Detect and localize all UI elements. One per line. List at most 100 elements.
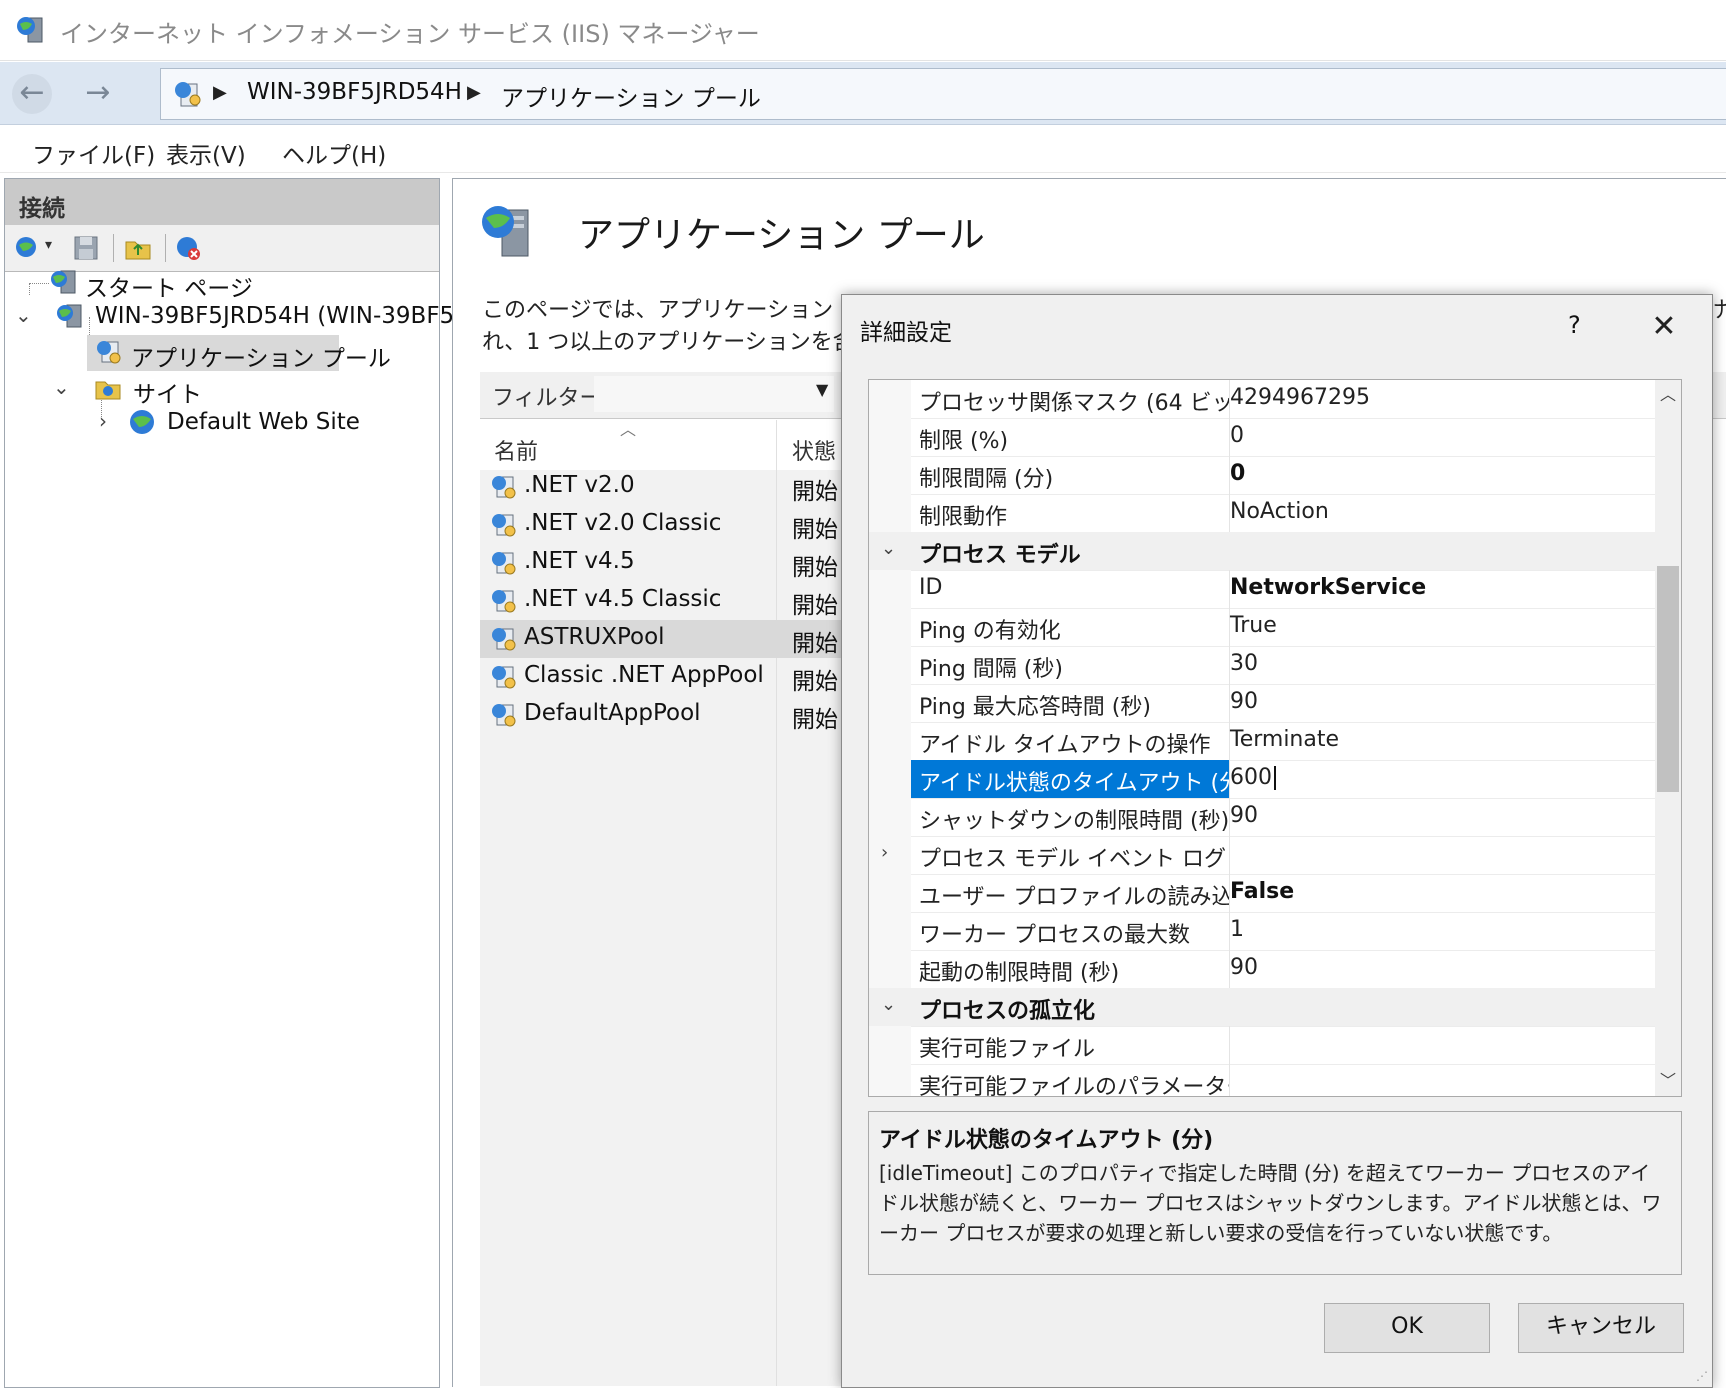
up-folder-icon[interactable] <box>123 233 153 263</box>
chevron-down-icon[interactable]: ⌄ <box>53 375 70 399</box>
property-row[interactable]: シャットダウンの制限時間 (秒) 90 <box>869 798 1655 837</box>
property-name: 制限動作 <box>919 505 1008 530</box>
property-value[interactable]: 4294967295 <box>1230 385 1370 410</box>
sort-ascending-icon: ︿ <box>620 420 637 439</box>
app-pool-icon <box>492 666 516 689</box>
menu-view[interactable]: 表示(V) <box>166 136 246 170</box>
property-name: アイドル状態のタイムアウト (分) <box>919 771 1230 796</box>
address-bar[interactable]: ▶ WIN-39BF5JRD54H ▶ アプリケーション プール <box>160 68 1726 120</box>
property-value[interactable]: Terminate <box>1230 727 1339 752</box>
list-item[interactable]: .NET v2.0 Classic 開始 <box>480 506 842 544</box>
app-pool-icon <box>492 590 516 613</box>
property-name: 実行可能ファイル <box>919 1037 1096 1062</box>
chevron-down-icon[interactable]: ▾ <box>45 237 52 253</box>
chevron-right-icon[interactable]: › <box>881 842 888 863</box>
property-row[interactable]: 制限間隔 (分) 0 <box>869 456 1655 495</box>
tree-item-sites[interactable]: ⌄ サイト <box>53 371 433 408</box>
ok-button[interactable]: OK <box>1324 1303 1490 1353</box>
property-value[interactable]: 0 <box>1230 423 1244 448</box>
navigation-bar: ← → ▶ WIN-39BF5JRD54H ▶ アプリケーション プール <box>0 62 1726 125</box>
property-value[interactable]: 1 <box>1230 917 1244 942</box>
property-value[interactable]: 600 <box>1230 765 1272 790</box>
property-value[interactable]: 90 <box>1230 689 1258 714</box>
tree-item-app-pools[interactable]: アプリケーション プール <box>87 335 391 372</box>
filter-dropdown-icon[interactable]: ▼ <box>816 380 828 399</box>
chevron-down-icon[interactable]: ⌄ <box>881 994 896 1015</box>
property-row[interactable]: Ping の有効化 True <box>869 608 1655 647</box>
property-name: Ping の有効化 <box>919 619 1061 644</box>
pool-state: 開始 <box>792 479 838 505</box>
disconnect-icon[interactable] <box>173 233 203 263</box>
property-value[interactable]: 30 <box>1230 651 1258 676</box>
chevron-right-icon[interactable]: › <box>99 409 107 433</box>
property-row[interactable]: アイドル タイムアウトの操作 Terminate <box>869 722 1655 761</box>
property-row[interactable]: 起動の制限時間 (秒) 90 <box>869 950 1655 989</box>
property-name: Ping 間隔 (秒) <box>919 657 1063 682</box>
page-title: アプリケーション プール <box>578 215 985 256</box>
list-item[interactable]: .NET v4.5 Classic 開始 <box>480 582 842 620</box>
cancel-button[interactable]: キャンセル <box>1518 1303 1684 1353</box>
list-item[interactable]: .NET v4.5 開始 <box>480 544 842 582</box>
tree-item-start-page[interactable]: スタート ページ <box>45 265 425 302</box>
menu-file[interactable]: ファイル(F) <box>32 136 155 170</box>
resize-grip-icon[interactable]: ⋰ <box>1696 1369 1708 1383</box>
back-button[interactable]: ← <box>12 74 52 114</box>
property-row[interactable]: 実行可能ファイルのパラメーター <box>869 1064 1655 1096</box>
close-button[interactable]: ✕ <box>1642 305 1686 349</box>
app-pool-icon <box>175 82 201 107</box>
breadcrumb-server[interactable]: WIN-39BF5JRD54H <box>247 79 462 105</box>
property-value[interactable]: NetworkService <box>1230 575 1426 600</box>
list-item[interactable]: .NET v2.0 開始 <box>480 468 842 506</box>
save-icon[interactable] <box>71 233 101 263</box>
column-header-name[interactable]: 名前 <box>494 434 538 466</box>
property-value[interactable]: 90 <box>1230 955 1258 980</box>
property-row[interactable]: › プロセス モデル イベント ログ エントリの <box>869 836 1655 875</box>
tree-item-default-web-site[interactable]: › Default Web Site <box>93 405 433 441</box>
app-pool-icon <box>482 206 529 257</box>
pool-state: 開始 <box>792 517 838 543</box>
breadcrumb-arrow-icon[interactable]: ▶ <box>213 82 227 103</box>
property-row[interactable]: ID NetworkService <box>869 570 1655 609</box>
chevron-down-icon[interactable]: ⌄ <box>881 538 896 559</box>
property-value-editor[interactable]: 600 <box>1230 765 1276 790</box>
category-row[interactable]: ⌄ プロセスの孤立化 <box>869 988 1655 1027</box>
property-row[interactable]: Ping 間隔 (秒) 30 <box>869 646 1655 685</box>
category-row[interactable]: ⌄ プロセス モデル <box>869 532 1655 571</box>
property-value[interactable]: False <box>1230 879 1294 904</box>
tree-item-server[interactable]: ⌄ WIN-39BF5JRD54H (WIN-39BF5JR <box>15 299 477 335</box>
property-value[interactable]: 0 <box>1230 461 1245 486</box>
pool-name: Classic .NET AppPool <box>524 662 764 688</box>
chevron-up-icon[interactable]: ︿ <box>1655 380 1681 410</box>
list-item[interactable]: Classic .NET AppPool 開始 <box>480 658 842 696</box>
forward-button[interactable]: → <box>78 74 118 114</box>
property-value[interactable]: True <box>1230 613 1277 638</box>
advanced-settings-dialog: 詳細設定 ? ✕ プロセッサ関係マスク (64 ビット版)4294967295 … <box>841 294 1713 1388</box>
property-row[interactable]: 実行可能ファイル <box>869 1026 1655 1065</box>
menu-bar: ファイル(F) 表示(V) ヘルプ(H) <box>0 126 1726 173</box>
property-row[interactable]: プロセッサ関係マスク (64 ビット版)4294967295 <box>869 380 1655 419</box>
connect-icon[interactable] <box>13 233 43 263</box>
list-item[interactable]: DefaultAppPool 開始 <box>480 696 842 734</box>
filter-input[interactable] <box>594 376 834 412</box>
property-row[interactable]: 制限 (%) 0 <box>869 418 1655 457</box>
property-value[interactable]: NoAction <box>1230 499 1329 524</box>
chevron-down-icon[interactable]: ⌄ <box>15 303 32 327</box>
property-row[interactable]: 制限動作 NoAction <box>869 494 1655 533</box>
property-row[interactable]: Ping 最大応答時間 (秒) 90 <box>869 684 1655 723</box>
column-header-state[interactable]: 状態 <box>792 434 836 466</box>
tree-label: スタート ページ <box>85 276 253 302</box>
list-item[interactable]: ASTRUXPool 開始 <box>480 620 842 658</box>
property-value[interactable]: 90 <box>1230 803 1258 828</box>
breadcrumb-arrow-icon[interactable]: ▶ <box>467 82 481 103</box>
breadcrumb-app-pools[interactable]: アプリケーション プール <box>501 79 761 113</box>
property-row-selected[interactable]: アイドル状態のタイムアウト (分) 600 <box>869 760 1655 799</box>
help-button[interactable]: ? <box>1568 311 1581 339</box>
property-row[interactable]: ワーカー プロセスの最大数 1 <box>869 912 1655 951</box>
iis-manager-icon <box>17 17 43 43</box>
property-row[interactable]: ユーザー プロファイルの読み込み False <box>869 874 1655 913</box>
scrollbar-thumb[interactable] <box>1657 566 1679 792</box>
globe-server-icon <box>57 304 82 328</box>
menu-help[interactable]: ヘルプ(H) <box>282 136 386 170</box>
chevron-down-icon[interactable]: ﹀ <box>1655 1066 1681 1096</box>
vertical-scrollbar[interactable]: ︿ ﹀ <box>1655 380 1681 1096</box>
